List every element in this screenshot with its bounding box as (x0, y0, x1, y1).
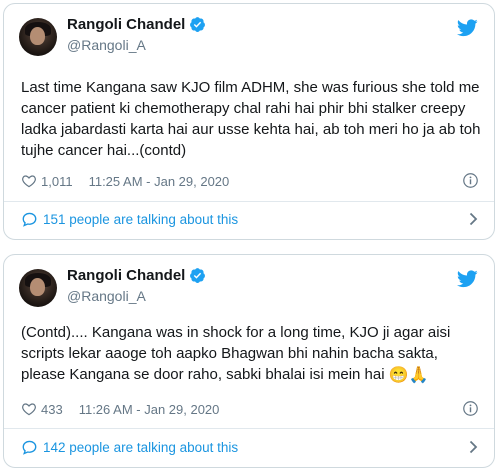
speech-bubble-icon (22, 212, 37, 227)
tweet-card[interactable]: Rangoli Chandel @Rangoli_A Last time Kan… (3, 3, 495, 240)
verified-badge-icon (190, 268, 206, 283)
author-display-name[interactable]: Rangoli Chandel (67, 16, 185, 33)
tweet-timestamp[interactable]: 11:25 AM - Jan 29, 2020 (89, 174, 230, 189)
tweet-header: Rangoli Chandel @Rangoli_A (4, 4, 494, 62)
heart-icon[interactable] (21, 401, 37, 417)
divider (4, 428, 494, 429)
info-icon[interactable] (462, 400, 479, 417)
author-handle[interactable]: @Rangoli_A (67, 288, 146, 304)
chevron-right-icon[interactable] (467, 440, 479, 454)
tweet-text-body: Last time Kangana saw KJO film ADHM, she… (21, 79, 481, 159)
tweet-timestamp[interactable]: 11:26 AM - Jan 29, 2020 (79, 402, 220, 417)
heart-icon[interactable] (21, 173, 37, 189)
author-display-name[interactable]: Rangoli Chandel (67, 267, 185, 284)
twitter-bird-icon[interactable] (457, 270, 478, 288)
like-count[interactable]: 1,011 (41, 174, 73, 189)
tweet-header: Rangoli Chandel @Rangoli_A (4, 255, 494, 313)
author-name-row[interactable]: Rangoli Chandel (67, 267, 206, 284)
tweet-meta: 433 11:26 AM - Jan 29, 2020 (21, 401, 479, 417)
conversation-link[interactable]: 151 people are talking about this (21, 211, 479, 228)
conversation-label[interactable]: 151 people are talking about this (43, 212, 238, 227)
author-name-row[interactable]: Rangoli Chandel (67, 16, 206, 33)
tweet-card[interactable]: Rangoli Chandel @Rangoli_A (Contd).... K… (3, 254, 495, 468)
chevron-right-icon[interactable] (467, 212, 479, 226)
info-icon[interactable] (462, 172, 479, 189)
tweet-text: Last time Kangana saw KJO film ADHM, she… (21, 77, 483, 161)
author-handle[interactable]: @Rangoli_A (67, 37, 146, 53)
tweet-text-body: (Contd).... Kangana was in shock for a l… (21, 324, 451, 383)
avatar-face (30, 27, 45, 45)
emoji: 😁🙏 (388, 366, 429, 384)
conversation-link[interactable]: 142 people are talking about this (21, 439, 479, 456)
divider (4, 201, 494, 202)
tweet-text: (Contd).... Kangana was in shock for a l… (21, 322, 483, 386)
conversation-label[interactable]: 142 people are talking about this (43, 440, 238, 455)
tweet-meta: 1,011 11:25 AM - Jan 29, 2020 (21, 173, 479, 189)
speech-bubble-icon (22, 440, 37, 455)
twitter-bird-icon[interactable] (457, 19, 478, 37)
avatar-face (30, 278, 45, 296)
like-count[interactable]: 433 (41, 402, 63, 417)
avatar[interactable] (19, 269, 57, 307)
verified-badge-icon (190, 17, 206, 32)
avatar[interactable] (19, 18, 57, 56)
